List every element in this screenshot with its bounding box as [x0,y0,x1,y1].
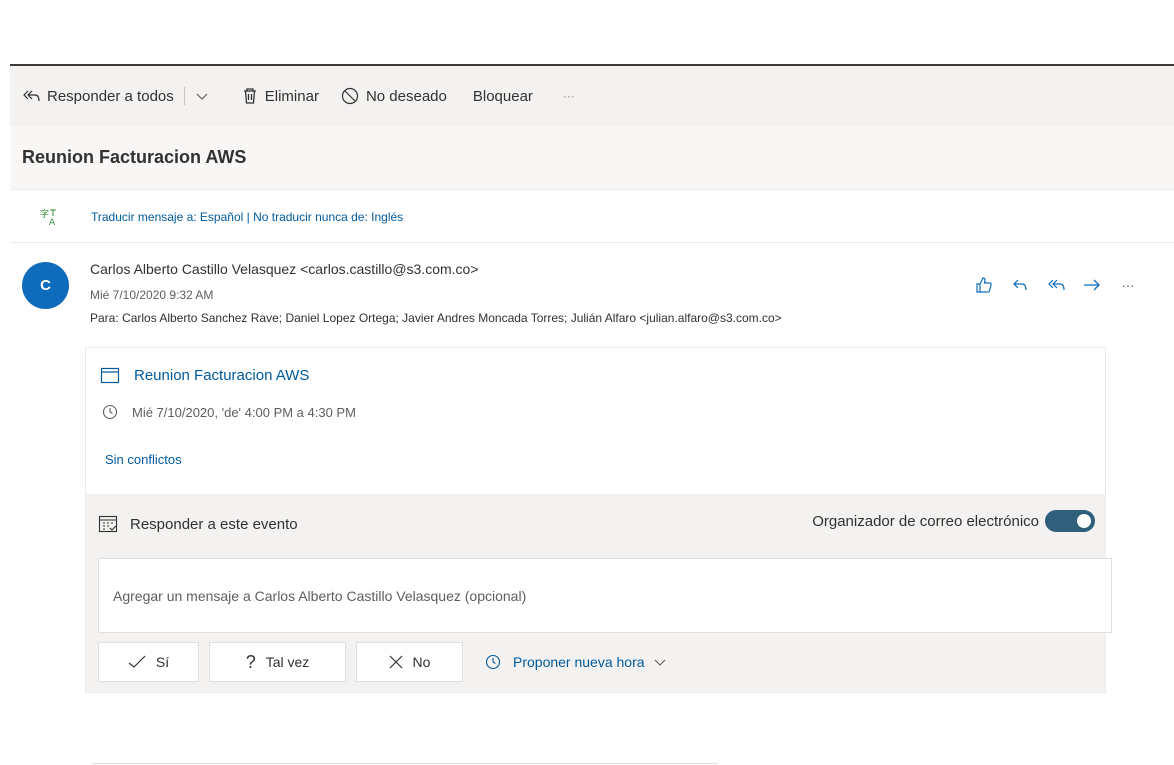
respond-title: Responder a este evento [130,515,298,533]
message-subject: Reunion Facturacion AWS [22,147,247,167]
translate-icon: 字 A [40,208,56,226]
event-time: Mié 7/10/2020, 'de' 4:00 PM a 4:30 PM [132,404,356,420]
clock-icon [485,654,501,670]
organizer-email-label: Organizador de correo electrónico [812,512,1039,530]
junk-label: No deseado [365,87,447,105]
message-more-button[interactable]: ··· [1110,273,1146,297]
tentative-button[interactable]: ? Tal vez [209,642,346,682]
tentative-label: Tal vez [265,654,310,670]
chevron-down-icon [654,659,665,666]
organizer-email-row: Organizador de correo electrónico [812,510,1095,532]
response-buttons: Sí ? Tal vez No Proponer nueva hora [98,642,667,682]
event-conflicts[interactable]: Sin conflictos [105,452,182,467]
subject-bar: Reunion Facturacion AWS [10,126,1174,190]
calendar-icon [100,367,120,384]
accept-label: Sí [155,654,170,670]
response-message-input[interactable] [98,558,1112,633]
more-icon: ··· [1121,277,1135,293]
svg-text:字: 字 [40,208,49,220]
reply-all-button[interactable]: Responder a todos [22,88,174,105]
forward-arrow-icon [1084,279,1100,291]
bottom-divider [92,763,718,764]
reply-options-dropdown[interactable] [195,91,216,101]
translate-link[interactable]: Traducir mensaje a: Español | No traduci… [91,210,403,224]
checkmark-icon [128,655,146,669]
reply-all-icon [23,90,40,102]
like-button[interactable] [966,273,1002,297]
block-circle-icon [341,87,359,105]
more-options-icon: ··· [562,89,575,103]
reply-icon [1013,279,1027,291]
chevron-down-icon [196,93,208,100]
question-mark-icon: ? [245,651,256,672]
event-response-panel: Responder a este evento Organizador de c… [86,494,1112,692]
close-icon [389,655,403,669]
block-button[interactable]: Bloquear [473,88,533,105]
event-title[interactable]: Reunion Facturacion AWS [134,367,309,384]
top-blank-area [0,0,1174,64]
accept-button[interactable]: Sí [98,642,199,682]
event-card: Reunion Facturacion AWS Mié 7/10/2020, '… [85,347,1112,693]
delete-label: Eliminar [264,87,319,105]
junk-button[interactable]: No deseado [341,87,447,105]
propose-new-time-button[interactable]: Proponer nueva hora [485,654,667,670]
trash-icon [243,88,256,104]
reply-all-message-button[interactable] [1038,273,1074,297]
event-title-row: Reunion Facturacion AWS [100,366,309,384]
block-label: Bloquear [472,87,533,105]
command-toolbar: Responder a todos Eliminar No deseado Bl… [10,66,1174,126]
forward-button[interactable] [1074,273,1110,297]
toolbar-separator [183,87,185,105]
clock-icon [102,404,118,420]
message-actions: ··· [966,273,1146,297]
avatar-initial: C [40,277,51,294]
reply-all-label: Responder a todos [47,87,174,105]
organizer-email-toggle[interactable] [1045,510,1095,532]
respond-header: Responder a este evento [98,514,298,534]
toggle-knob [1077,514,1091,528]
sender-name[interactable]: Carlos Alberto Castillo Velasquez <carlo… [90,261,479,277]
calendar-reply-icon [98,515,118,533]
translate-bar: 字 A Traducir mensaje a: Español | No tra… [10,191,1174,243]
svg-text:A: A [49,218,56,226]
to-label: Para: [90,311,119,325]
more-options-button[interactable]: ··· [563,89,575,103]
reply-button[interactable] [1002,273,1038,297]
thumbs-up-icon [976,277,992,293]
delete-button[interactable]: Eliminar [242,87,319,105]
avatar[interactable]: C [22,262,69,309]
sent-date: Mié 7/10/2020 9:32 AM [90,288,214,302]
decline-label: No [412,654,431,670]
reply-all-icon [1048,279,1065,291]
event-time-row: Mié 7/10/2020, 'de' 4:00 PM a 4:30 PM [102,404,356,420]
propose-label: Proponer nueva hora [513,654,645,670]
recipients-line: Para: Carlos Alberto Sanchez Rave; Danie… [90,311,782,325]
to-recipients[interactable]: Carlos Alberto Sanchez Rave; Daniel Lope… [122,311,782,325]
event-details: Reunion Facturacion AWS Mié 7/10/2020, '… [86,348,1105,494]
decline-button[interactable]: No [356,642,463,682]
